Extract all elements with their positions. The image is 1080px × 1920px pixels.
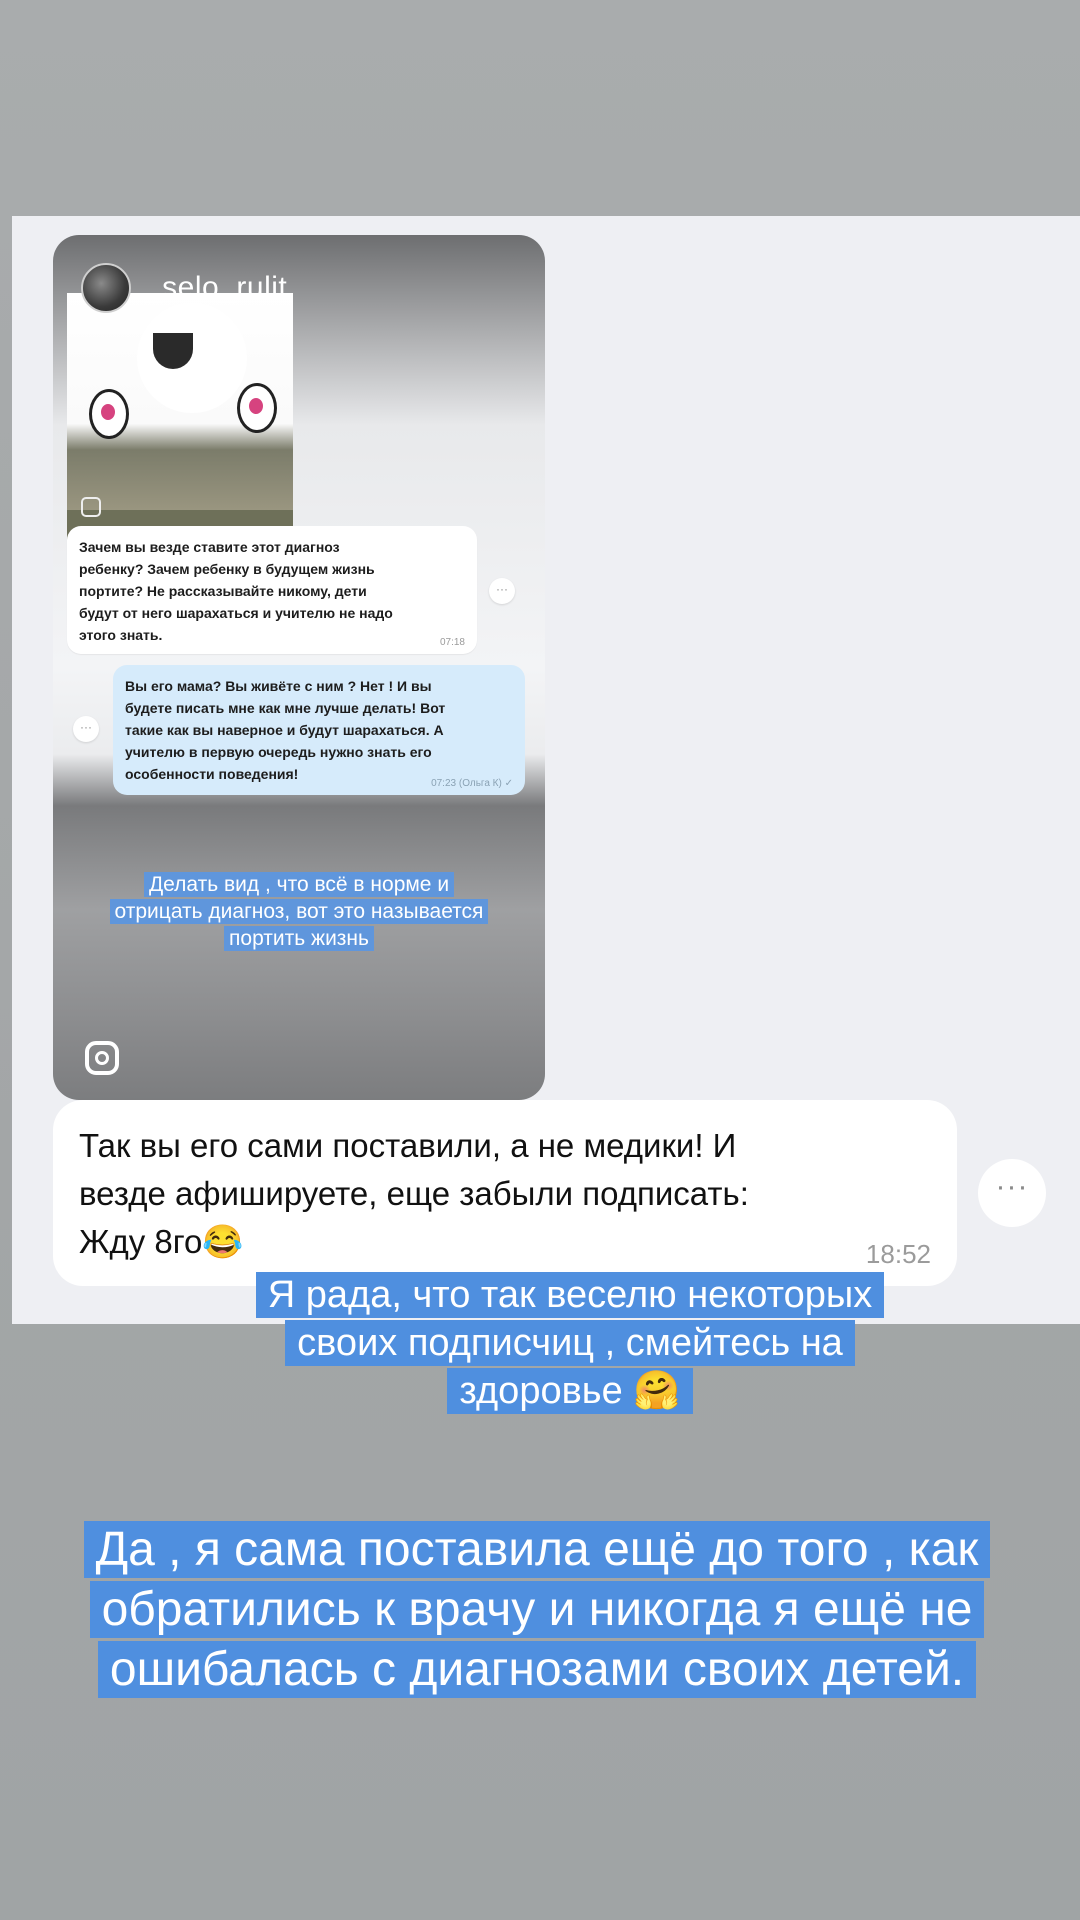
outgoing-message-time: 07:23 (Ольга К) ✓ — [431, 778, 513, 789]
sticker-paw-right — [237, 383, 277, 433]
reply-message-bubble: Так вы его сами поставили, а не медики! … — [53, 1100, 957, 1286]
instagram-icon[interactable] — [85, 1041, 119, 1075]
overlay-caption-second: Да , я сама поставила ещё до того , как … — [82, 1520, 992, 1700]
incoming-message-time: 07:18 — [439, 637, 465, 648]
outgoing-message-text: Вы его мама? Вы живёте с ним ? Нет ! И в… — [125, 678, 446, 782]
story-screen: _selo_rulit Зачем вы везде ставите этот … — [0, 0, 1080, 1920]
reply-message-time: 18:52 — [865, 1239, 931, 1269]
instagram-small-icon — [81, 497, 101, 517]
avatar[interactable] — [81, 263, 131, 313]
reply-message-text: Так вы его сами поставили, а не медики! … — [79, 1127, 749, 1260]
sticker-paw-left — [89, 389, 129, 439]
story-caption-text: Делать вид , что всё в норме и отрицать … — [109, 872, 489, 951]
more-options-icon: ··· — [489, 578, 515, 604]
story-header[interactable]: _selo_rulit — [81, 263, 287, 313]
sticker-face — [137, 303, 247, 413]
story-username[interactable]: _selo_rulit — [145, 271, 287, 305]
overlay-caption-first: Я рада, что так веселю некоторых своих п… — [240, 1271, 900, 1415]
overlay-caption-first-text: Я рада, что так веселю некоторых своих п… — [255, 1272, 885, 1414]
outgoing-message-bubble: Вы его мама? Вы живёте с ним ? Нет ! И в… — [113, 665, 525, 795]
more-options-icon[interactable]: ··· — [978, 1159, 1046, 1227]
overlay-caption-second-text: Да , я сама поставила ещё до того , как … — [83, 1521, 991, 1698]
incoming-message-bubble: Зачем вы везде ставите этот диагноз ребе… — [67, 526, 477, 654]
shared-story-card[interactable]: _selo_rulit Зачем вы везде ставите этот … — [53, 235, 545, 1100]
incoming-message-text: Зачем вы везде ставите этот диагноз ребе… — [79, 539, 393, 643]
sticker-image — [67, 293, 293, 511]
story-caption: Делать вид , что всё в норме и отрицать … — [105, 871, 493, 952]
more-options-icon: ··· — [73, 716, 99, 742]
